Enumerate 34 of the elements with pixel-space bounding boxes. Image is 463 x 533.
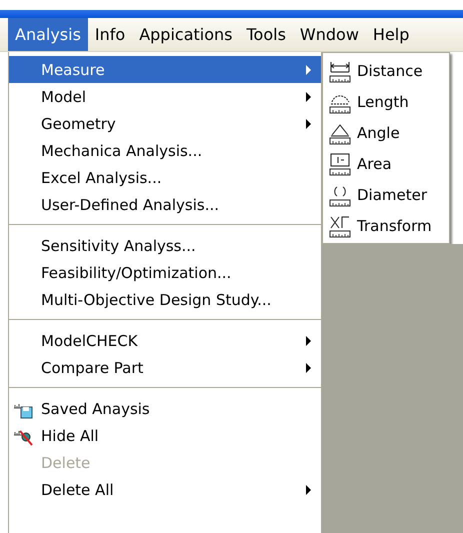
submenu-arrow-icon bbox=[306, 484, 311, 494]
menu-bar-item[interactable]: Wndow bbox=[292, 18, 366, 51]
menu-bar-item[interactable]: Tools bbox=[240, 18, 293, 51]
submenu-arrow-icon bbox=[306, 336, 311, 346]
menu-item[interactable]: Compare Part bbox=[9, 354, 321, 381]
menu-item[interactable]: ModelCHECK bbox=[9, 327, 321, 354]
menu-item[interactable]: Model bbox=[9, 83, 321, 110]
submenu-item[interactable]: Area bbox=[323, 148, 449, 179]
menu-item[interactable]: Geometry bbox=[9, 110, 321, 137]
menu-bar-item[interactable]: Appications bbox=[132, 18, 240, 51]
menu-item[interactable]: Sensitivity Analyss... bbox=[9, 232, 321, 259]
submenu-item[interactable]: Distance bbox=[323, 55, 449, 86]
submenu-arrow-icon bbox=[306, 118, 311, 128]
menu-item[interactable]: Excel Analysis... bbox=[9, 164, 321, 191]
menu-item[interactable]: Multi-Objective Design Study... bbox=[9, 286, 321, 313]
submenu-arrow-icon bbox=[306, 362, 311, 372]
menu-item[interactable]: Saved Anaysis bbox=[9, 395, 321, 422]
menu-bar-item[interactable]: Info bbox=[88, 18, 132, 51]
menu-item[interactable]: Measure bbox=[9, 56, 321, 83]
menu-bar-item[interactable]: Analysis bbox=[8, 18, 88, 51]
menu-item[interactable]: Hide All bbox=[9, 422, 321, 449]
submenu-item[interactable]: Diameter bbox=[323, 179, 449, 210]
submenu-arrow-icon bbox=[306, 92, 311, 102]
cross-ruler-icon bbox=[329, 214, 351, 238]
submenu-item[interactable]: Length bbox=[323, 86, 449, 117]
submenu-item[interactable]: Transform bbox=[323, 210, 449, 241]
submenu-arrow-icon bbox=[306, 64, 311, 74]
menu-item[interactable]: Mechanica Analysis... bbox=[9, 137, 321, 164]
submenu-item[interactable]: Angle bbox=[323, 117, 449, 148]
menu-item[interactable]: Feasibility/Optimization... bbox=[9, 259, 321, 286]
menu-item[interactable]: Delete All bbox=[9, 476, 321, 503]
area-ruler-icon bbox=[329, 152, 351, 176]
menu-item[interactable]: User-Defined Analysis... bbox=[9, 191, 321, 218]
menu-bar-item[interactable]: Help bbox=[366, 18, 416, 51]
